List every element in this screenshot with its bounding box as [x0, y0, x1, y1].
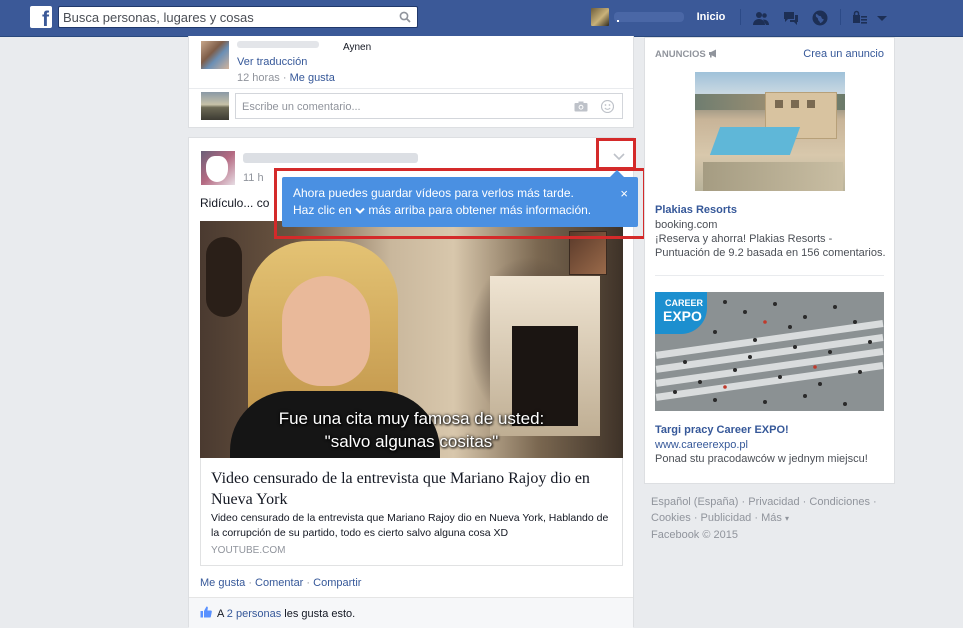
create-ad-link[interactable]: Crea un anuncio	[803, 48, 884, 60]
link-preview[interactable]: Video censurado de la entrevista que Mar…	[200, 458, 623, 566]
ad-text-plakias-1: ¡Reserva y ahorra! Plakias Resorts -	[655, 233, 833, 245]
sidebar-footer: Español (España) · Privacidad · Condicio…	[651, 496, 877, 541]
link-preview-title[interactable]: Video censurado de la entrevista que Mar…	[211, 468, 611, 510]
link-preview-source: YOUTUBE.COM	[211, 545, 286, 556]
ad-title-plakias[interactable]: Plakias Resorts	[655, 204, 737, 216]
likes-summary-text: A 2 personas les gusta esto.	[217, 608, 356, 620]
facebook-logo[interactable]: f	[30, 6, 52, 28]
user-name-blurred[interactable]	[614, 12, 684, 22]
see-translation-link[interactable]: Ver traducción	[237, 56, 307, 68]
footer-conditions-link[interactable]: Condiciones	[809, 496, 870, 508]
footer-more-link[interactable]: Más	[761, 512, 782, 524]
footer-privacy-link[interactable]: Privacidad	[748, 496, 799, 508]
nav-divider	[840, 9, 841, 25]
home-button[interactable]: Inicio	[689, 9, 733, 25]
ad-title-career-expo[interactable]: Targi pracy Career EXPO!	[655, 424, 789, 436]
video-background-lamp	[206, 237, 242, 317]
comment-input[interactable]: Escribe un comentario...	[235, 93, 623, 119]
like-thumb-icon	[200, 606, 212, 618]
chevron-down-icon	[355, 207, 365, 214]
comment-text: Aynen	[343, 42, 372, 53]
user-avatar[interactable]	[591, 8, 609, 26]
privacy-shortcuts-icon[interactable]	[851, 9, 869, 27]
nav-divider	[740, 9, 741, 25]
like-button[interactable]: Me gusta	[200, 577, 245, 589]
ad-image-career-expo[interactable]: CAREER EXPO	[655, 292, 884, 411]
post-text: Ridículo... co	[200, 196, 270, 210]
footer-copyright: Facebook © 2015	[651, 529, 738, 541]
divider	[189, 88, 633, 89]
footer-language-link[interactable]: Español (España)	[651, 496, 738, 508]
divider	[655, 275, 884, 276]
search-input[interactable]	[63, 9, 393, 25]
commenter-avatar[interactable]	[201, 41, 229, 69]
ads-header: ANUNCIOS	[655, 49, 719, 60]
share-button[interactable]: Compartir	[313, 577, 361, 589]
emoji-icon[interactable]	[601, 100, 614, 113]
comment-button[interactable]: Comentar	[255, 577, 303, 589]
pool-shape	[709, 127, 801, 155]
top-navigation-bar: f Inicio	[0, 0, 963, 37]
notifications-globe-icon[interactable]	[811, 9, 829, 27]
ad-domain-plakias[interactable]: booking.com	[655, 218, 717, 232]
tooltip-line2: Haz clic en más arriba para obtener más …	[293, 203, 592, 217]
ad-text-career-expo: Ponad stu pracodawców w jednym miejscu!	[655, 453, 868, 465]
link-preview-description: Video censurado de la entrevista que Mar…	[211, 512, 609, 539]
account-menu-chevron-down-icon[interactable]	[876, 9, 888, 27]
commenter-name-blurred[interactable]	[237, 41, 319, 48]
messages-icon[interactable]	[782, 9, 800, 27]
avatar-redaction	[206, 156, 228, 182]
ad-image-plakias[interactable]	[695, 72, 845, 191]
save-video-tooltip: Ahora puedes guardar vídeos para verlos …	[282, 170, 638, 227]
likes-people-link[interactable]: 2 personas	[227, 608, 281, 620]
comment-placeholder: Escribe un comentario...	[242, 101, 361, 113]
tooltip-close-icon[interactable]: ×	[620, 186, 628, 201]
comment-timestamp[interactable]: 12 horas	[237, 72, 280, 84]
post-time[interactable]: 11 h	[243, 172, 264, 184]
ads-sidebar: ANUNCIOS Crea un anuncio Plakias Resorts…	[644, 37, 895, 484]
video-subtitle-line2: "salvo algunas cositas"	[324, 432, 499, 451]
footer-cookies-link[interactable]: Cookies	[651, 512, 691, 524]
megaphone-icon	[709, 49, 717, 58]
comment-like-link[interactable]: Me gusta	[290, 72, 335, 84]
likes-summary-bar: A 2 personas les gusta esto.	[189, 597, 633, 628]
camera-icon[interactable]	[574, 101, 588, 112]
video-person-face	[282, 276, 370, 386]
post-actions: Me gusta · Comentar · Compartir	[200, 577, 362, 589]
highlight-box-options	[596, 138, 636, 170]
tooltip-line1: Ahora puedes guardar vídeos para verlos …	[293, 186, 574, 200]
footer-more-caret-icon[interactable]: ▾	[785, 514, 789, 523]
search-box[interactable]	[58, 6, 418, 28]
author-name-blurred[interactable]	[243, 153, 418, 163]
comment-meta: 12 horas · Me gusta	[237, 72, 335, 84]
my-avatar	[201, 92, 229, 120]
footer-ads-link[interactable]: Publicidad	[701, 512, 752, 524]
search-icon[interactable]	[399, 11, 411, 23]
friend-requests-icon[interactable]	[752, 9, 770, 27]
video-subtitle-line1: Fue una cita muy famosa de usted:	[278, 409, 545, 428]
video-player[interactable]: Fue una cita muy famosa de usted: "salvo…	[200, 221, 623, 458]
ad-domain-career-expo[interactable]: www.careerexpo.pl	[655, 438, 748, 452]
ad-text-plakias-2: Puntuación de 9.2 basada en 156 comentar…	[655, 247, 886, 259]
